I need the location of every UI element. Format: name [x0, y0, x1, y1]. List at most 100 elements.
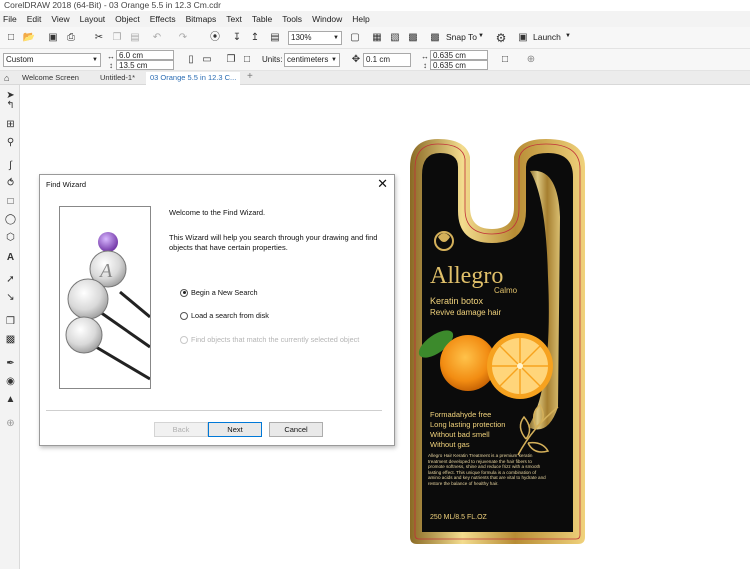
- menu-tools[interactable]: Tools: [282, 14, 302, 24]
- home-icon: ⌂: [4, 73, 10, 83]
- launch-button[interactable]: Launch: [533, 32, 561, 42]
- option-begin-new-search[interactable]: Begin a New Search: [180, 288, 258, 297]
- standard-toolbar: □ 📂 ▣ ⎙ ✂ ❐ ▤ ↶ ↷ ⦿ ↧ ↥ ▤ 130% ▼ ▢ ▦ ▧ ▩…: [0, 27, 750, 49]
- radio-selected[interactable]: [180, 288, 188, 297]
- page-height-field[interactable]: 13.5 cm: [116, 60, 174, 70]
- full-screen-icon[interactable]: ▢: [348, 31, 362, 45]
- portrait-icon[interactable]: ▯: [184, 53, 198, 67]
- rectangle-tool-icon[interactable]: □: [4, 195, 17, 208]
- drop-shadow-icon[interactable]: ❒: [4, 315, 17, 328]
- page-width-value: 6.0 cm: [119, 51, 144, 60]
- chevron-down-icon[interactable]: ▼: [92, 54, 98, 66]
- property-bar: Custom ▼ ↔ 6.0 cm ↕ 13.5 cm ▯ ▭ ❐ □ Unit…: [0, 49, 750, 71]
- import-icon[interactable]: ↧: [230, 31, 244, 45]
- tab-untitled[interactable]: Untitled-1*: [96, 72, 139, 85]
- product-tagline: Revive damage hair: [430, 308, 501, 317]
- undo-icon[interactable]: ↶: [150, 31, 164, 45]
- ellipse-tool-icon[interactable]: ◯: [4, 213, 17, 226]
- menu-file[interactable]: File: [3, 14, 17, 24]
- redo-icon[interactable]: ↷: [176, 31, 190, 45]
- save-icon[interactable]: ▣: [46, 31, 60, 45]
- menu-help[interactable]: Help: [352, 14, 369, 24]
- close-icon[interactable]: ✕: [377, 176, 388, 192]
- show-guidelines-icon[interactable]: ▩: [406, 31, 420, 45]
- menu-object[interactable]: Object: [115, 14, 140, 24]
- print-icon[interactable]: ⎙: [64, 31, 78, 45]
- document-tabs: ⌂ Welcome Screen Untitled-1* 03 Orange 5…: [0, 71, 750, 85]
- zoom-tool-icon[interactable]: ⚲: [4, 136, 17, 149]
- launch-icon: ▣: [518, 32, 528, 43]
- feature-line: Formadahyde free: [430, 410, 491, 419]
- find-wizard-dialog: Find Wizard ✕ A Welcome to the Find Wiza…: [39, 174, 395, 446]
- new-tab-icon[interactable]: +: [247, 71, 253, 82]
- tab-orange-document[interactable]: 03 Orange 5.5 in 12.3 C...: [146, 72, 241, 85]
- next-button[interactable]: Next: [208, 422, 262, 437]
- interactive-fill-icon[interactable]: ◉: [4, 375, 17, 388]
- menu-table[interactable]: Table: [252, 14, 272, 24]
- bleed-icon[interactable]: □: [498, 53, 512, 67]
- transparency-tool-icon[interactable]: ▩: [4, 333, 17, 346]
- copy-icon[interactable]: ❐: [110, 31, 124, 45]
- eyedropper-icon[interactable]: ✒: [4, 357, 17, 370]
- connector-tool-icon[interactable]: ↘: [4, 291, 17, 304]
- nudge-distance-field[interactable]: 0.1 cm: [363, 53, 411, 67]
- duplicate-y-value: 0.635 cm: [433, 61, 466, 70]
- svg-text:A: A: [98, 260, 113, 282]
- tab-label: Untitled-1*: [100, 73, 136, 82]
- label-artwork[interactable]: Allegro Calmo Keratin botox Revive damag…: [408, 137, 587, 546]
- menu-effects[interactable]: Effects: [150, 14, 176, 24]
- add-icon[interactable]: ⊕: [524, 53, 538, 67]
- show-grid-icon[interactable]: ▧: [388, 31, 402, 45]
- menu-text[interactable]: Text: [226, 14, 242, 24]
- nudge-distance-value: 0.1 cm: [366, 55, 391, 64]
- chevron-down-icon[interactable]: ▼: [565, 33, 571, 39]
- search-content-icon[interactable]: ⦿: [208, 31, 222, 45]
- current-page-icon[interactable]: □: [240, 53, 254, 67]
- page-preset-value: Custom: [6, 55, 34, 64]
- landscape-icon[interactable]: ▭: [200, 53, 214, 67]
- cancel-button[interactable]: Cancel: [269, 422, 323, 437]
- publish-pdf-icon[interactable]: ▤: [268, 31, 282, 45]
- option-load-search[interactable]: Load a search from disk: [180, 311, 269, 320]
- cut-icon[interactable]: ✂: [92, 31, 106, 45]
- gear-icon[interactable]: ⚙: [494, 31, 508, 45]
- option-label: Load a search from disk: [191, 311, 269, 320]
- feature-line: Without bad smell: [430, 430, 490, 439]
- menu-edit[interactable]: Edit: [27, 14, 42, 24]
- page-preset-select[interactable]: Custom ▼: [3, 53, 101, 67]
- polygon-tool-icon[interactable]: ⬡: [4, 231, 17, 244]
- all-pages-icon[interactable]: ❐: [224, 53, 238, 67]
- page-width-field[interactable]: 6.0 cm: [116, 50, 174, 60]
- freehand-tool-icon[interactable]: ∫: [4, 159, 17, 172]
- duplicate-y-field[interactable]: 0.635 cm: [430, 60, 488, 70]
- text-tool-icon[interactable]: A: [4, 251, 17, 264]
- menu-layout[interactable]: Layout: [80, 14, 106, 24]
- parallel-dimension-icon[interactable]: ➚: [4, 273, 17, 286]
- menu-window[interactable]: Window: [312, 14, 342, 24]
- brand-subname: Calmo: [494, 286, 518, 295]
- artistic-media-icon[interactable]: ⥀: [4, 177, 17, 190]
- chevron-down-icon[interactable]: ▼: [333, 32, 339, 44]
- units-select[interactable]: centimeters ▼: [284, 53, 340, 67]
- open-folder-icon[interactable]: 📂: [22, 31, 36, 45]
- new-document-icon[interactable]: □: [4, 31, 18, 45]
- back-button[interactable]: Back: [154, 422, 208, 437]
- chevron-down-icon[interactable]: ▼: [331, 54, 337, 66]
- export-icon[interactable]: ↥: [248, 31, 262, 45]
- radio-unselected[interactable]: [180, 311, 188, 320]
- shape-tool-icon[interactable]: ↰: [4, 99, 17, 112]
- menu-bitmaps[interactable]: Bitmaps: [186, 14, 217, 24]
- duplicate-x-field[interactable]: 0.635 cm: [430, 50, 488, 60]
- window-title: CorelDRAW 2018 (64-Bit) - 03 Orange 5.5 …: [0, 0, 750, 11]
- tab-welcome-screen[interactable]: ⌂ Welcome Screen: [4, 72, 83, 85]
- paste-icon[interactable]: ▤: [128, 31, 142, 45]
- tab-label: 03 Orange 5.5 in 12.3 C...: [150, 73, 237, 82]
- smart-fill-icon[interactable]: ▲: [4, 393, 17, 406]
- menu-view[interactable]: View: [51, 14, 69, 24]
- crop-tool-icon[interactable]: ⊞: [4, 118, 17, 131]
- show-rulers-icon[interactable]: ▦: [370, 31, 384, 45]
- chevron-down-icon[interactable]: ▼: [478, 33, 484, 39]
- zoom-level-field[interactable]: 130% ▼: [288, 31, 342, 45]
- add-tool-icon[interactable]: ⊕: [4, 417, 17, 430]
- snap-to-button[interactable]: Snap To: [446, 32, 477, 42]
